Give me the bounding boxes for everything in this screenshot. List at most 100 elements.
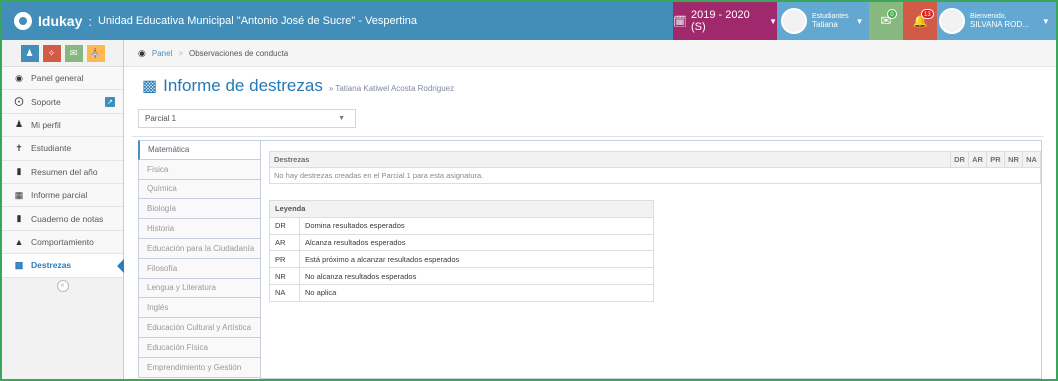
tab-subject[interactable]: Lengua y Literatura <box>138 278 261 299</box>
school-name: Unidad Educativa Municipal "Antonio José… <box>97 15 418 27</box>
legend-description: No aplica <box>299 283 654 302</box>
brand[interactable]: Idukay : Unidad Educativa Municipal "Ant… <box>14 12 417 30</box>
table-header-row: Leyenda <box>269 200 654 218</box>
student-icon: ✝ <box>15 142 23 153</box>
sidebar-shortcuts: ♟ ✧ ✉ ⛪ <box>2 40 123 67</box>
legend-description: Alcanza resultados esperados <box>299 233 654 252</box>
table-row: NR No alcanza resultados esperados <box>269 267 654 285</box>
sidebar-item-destrezas[interactable]: ▩ Destrezas <box>2 254 124 278</box>
thumbs-up-icon: ▲ <box>14 236 24 247</box>
top-navbar: Idukay : Unidad Educativa Municipal "Ant… <box>2 2 1056 40</box>
page-title: Informe de destrezas <box>163 76 323 95</box>
school-year-label: 2019 - 2020 (S) <box>690 9 750 33</box>
sidebar: ♟ ✧ ✉ ⛪ ◉ Panel general ⨀ Soporte ↗ ♟ Mi… <box>2 40 124 379</box>
brand-separator: : <box>88 13 92 29</box>
breadcrumb-separator: > <box>178 48 183 58</box>
tab-subject[interactable]: Matemática <box>138 140 261 160</box>
dashboard-icon: ◉ <box>138 47 146 58</box>
life-ring-icon: ⨀ <box>14 96 24 107</box>
share-shortcut-icon[interactable]: ✧ <box>42 44 61 62</box>
sidebar-item-panel-general[interactable]: ◉ Panel general <box>2 67 123 91</box>
tab-subject[interactable]: Química <box>138 179 261 200</box>
sidebar-item-label: Resumen del año <box>31 166 98 177</box>
partial-select-value: Parcial 1 <box>145 114 177 123</box>
partial-select[interactable]: Parcial 1 ▼ <box>138 109 356 128</box>
sidebar-item-label: Soporte <box>31 96 61 107</box>
skills-column-header: Destrezas <box>269 151 951 168</box>
sidebar-item-comportamiento[interactable]: ▲ Comportamiento <box>2 230 123 255</box>
sidebar-item-informe-parcial[interactable]: ▦ Informe parcial <box>2 183 123 208</box>
bar-chart-icon: ▮ <box>16 166 22 177</box>
code-column-header: NR <box>1004 151 1023 168</box>
table-row: AR Alcanza resultados esperados <box>269 233 654 252</box>
tab-subject[interactable]: Biología <box>138 199 261 220</box>
code-column-header: PR <box>986 151 1005 168</box>
messages-button[interactable]: ✉ 0 <box>869 2 903 40</box>
breadcrumb-current: Observaciones de conducta <box>189 48 289 58</box>
notifications-badge: 13 <box>921 9 934 19</box>
table-row: NA No aplica <box>269 283 654 302</box>
legend-description: Domina resultados esperados <box>299 216 654 235</box>
student-info: Estudiantes Tatiana <box>812 13 849 29</box>
legend-header: Leyenda <box>269 200 654 218</box>
mail-shortcut-icon[interactable]: ✉ <box>64 44 83 62</box>
caret-down-icon: ▼ <box>769 16 777 26</box>
tab-subject[interactable]: Filosofía <box>138 258 261 279</box>
sidebar-item-estudiante[interactable]: ✝ Estudiante <box>2 137 123 161</box>
sidebar-item-label: Panel general <box>31 73 84 84</box>
breadcrumb-panel-link[interactable]: Panel <box>152 49 172 58</box>
code-column-header: DR <box>950 151 969 168</box>
idukay-logo-icon <box>14 12 32 30</box>
school-year-dropdown[interactable]: 🗓 2019 - 2020 (S) ▼ <box>673 2 777 40</box>
user-shortcut-icon[interactable]: ♟ <box>20 44 39 62</box>
tab-content: Destrezas DR AR PR NR NA No hay destreza… <box>260 140 1042 379</box>
page-header: ▩ Informe de destrezas » Tatiana Katiwel… <box>132 72 1042 102</box>
table-row: PR Está próximo a alcanzar resultados es… <box>269 250 654 269</box>
page-subtitle: » Tatiana Katiwel Acosta Rodriguez <box>328 84 455 93</box>
subject-tabs: Matemática Física Química Biología Histo… <box>138 140 261 378</box>
tab-subject[interactable]: Educación Física <box>138 337 261 358</box>
divider <box>132 136 1044 137</box>
sidebar-item-label: Comportamiento <box>31 236 94 247</box>
tachometer-icon: ◉ <box>15 72 23 83</box>
calendar-icon: 🗓 <box>673 15 687 28</box>
caret-down-icon: ▼ <box>1041 16 1050 26</box>
breadcrumb: ◉ Panel > Observaciones de conducta <box>124 40 1056 67</box>
sidebar-item-resumen[interactable]: ▮ Resumen del año <box>2 160 123 184</box>
tab-subject[interactable]: Educación para la Ciudadanía <box>138 238 261 259</box>
user-avatar <box>939 8 965 34</box>
caret-down-icon: ▼ <box>338 115 345 122</box>
tab-subject[interactable]: Historia <box>138 219 261 239</box>
table-icon: ▦ <box>14 189 24 200</box>
notifications-button[interactable]: 🔔 13 <box>903 2 937 40</box>
app-frame: Idukay : Unidad Educativa Municipal "Ant… <box>0 0 1058 381</box>
legend-table: Leyenda DR Domina resultados esperados A… <box>269 200 654 302</box>
tab-subject[interactable]: Educación Cultural y Artística <box>138 318 261 338</box>
sidebar-item-cuaderno[interactable]: ▮ Cuaderno de notas <box>2 207 123 231</box>
sidebar-item-mi-perfil[interactable]: ♟ Mi perfil <box>2 113 123 138</box>
tab-subject[interactable]: Física <box>138 159 261 180</box>
sidebar-item-label: Informe parcial <box>31 190 88 201</box>
table-header-row: Destrezas DR AR PR NR NA <box>269 151 1041 168</box>
legend-description: No alcanza resultados esperados <box>299 267 654 285</box>
external-link-icon: ↗ <box>105 96 115 107</box>
table-row: No hay destrezas creadas en el Parcial 1… <box>269 167 1041 184</box>
user-name: SILVANA ROD... <box>970 20 1029 29</box>
tab-subject[interactable]: Inglés <box>138 298 261 319</box>
table-row: DR Domina resultados esperados <box>269 216 654 235</box>
sitemap-icon: ▩ <box>142 78 158 95</box>
legend-code: DR <box>269 216 300 235</box>
legend-code: NR <box>269 267 300 285</box>
skills-table: Destrezas DR AR PR NR NA No hay destreza… <box>269 151 1041 184</box>
collapse-sidebar-icon[interactable]: « <box>56 279 69 292</box>
caret-down-icon: ▼ <box>855 16 864 26</box>
legend-code: AR <box>269 233 300 252</box>
institution-shortcut-icon[interactable]: ⛪ <box>86 44 105 62</box>
sidebar-item-label: Destrezas <box>31 260 72 271</box>
sidebar-item-soporte[interactable]: ⨀ Soporte ↗ <box>2 90 123 114</box>
student-selector[interactable]: Estudiantes Tatiana ▼ <box>777 2 869 40</box>
code-column-header: NA <box>1022 151 1041 168</box>
user-menu[interactable]: Bienvenido, SILVANA ROD... ▼ <box>937 2 1056 40</box>
code-column-header: AR <box>968 151 987 168</box>
tab-subject[interactable]: Emprendimiento y Gestión <box>138 357 261 378</box>
